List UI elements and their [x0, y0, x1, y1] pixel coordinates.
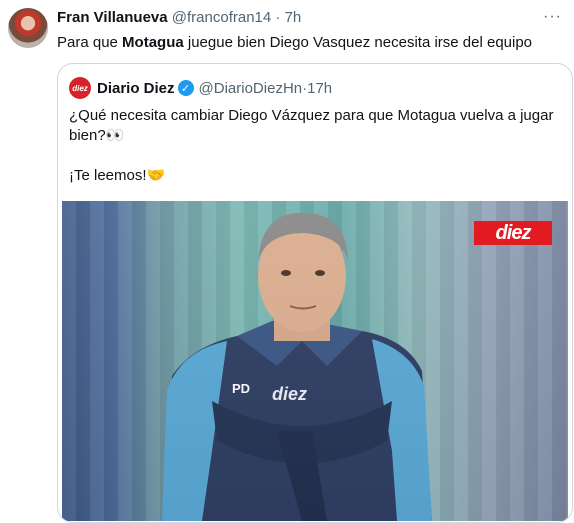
- quoted-timestamp: 17h: [307, 79, 333, 97]
- tweet-text-part: Para que: [57, 34, 123, 51]
- quoted-author-name: Diario Diez: [97, 79, 175, 97]
- tweet-text-bold: Motagua: [122, 34, 184, 51]
- image-overlay: [62, 201, 568, 521]
- quoted-author-handle: @DiarioDiezHn: [198, 79, 303, 97]
- author-display-name[interactable]: Fran Villanueva: [57, 9, 168, 26]
- tweet-text-part: juegue bien Diego Vasquez necesita irse …: [183, 34, 533, 51]
- verified-badge-icon: ✓: [177, 80, 194, 96]
- tweet-text: Para que Motagua juegue bien Diego Vasqu…: [57, 33, 532, 53]
- author-avatar[interactable]: [8, 8, 48, 48]
- quoted-text-line: ¡Te leemos!🤝: [69, 167, 166, 184]
- tweet-header: Fran Villanueva @francofran14 · 7h: [57, 9, 554, 29]
- tweet-timestamp[interactable]: 7h: [285, 9, 302, 26]
- quoted-tweet-text: ¿Qué necesita cambiar Diego Vázquez para…: [69, 106, 559, 186]
- header-separator: ·: [275, 9, 281, 26]
- quoted-tweet-header: diez Diario Diez ✓ @DiarioDiezHn · 17h: [69, 77, 332, 99]
- quoted-author-avatar: diez: [69, 77, 91, 99]
- quoted-media-image[interactable]: PD diez diez: [62, 201, 568, 521]
- quoted-text-line: bien?👀: [69, 127, 125, 144]
- quoted-tweet-card[interactable]: diez Diario Diez ✓ @DiarioDiezHn · 17h ¿…: [57, 63, 573, 523]
- diez-logo: diez: [474, 221, 552, 245]
- author-handle[interactable]: @francofran14: [172, 9, 271, 26]
- more-horizontal-icon[interactable]: ···: [543, 8, 562, 26]
- quoted-text-line: ¿Qué necesita cambiar Diego Vázquez para…: [69, 107, 554, 124]
